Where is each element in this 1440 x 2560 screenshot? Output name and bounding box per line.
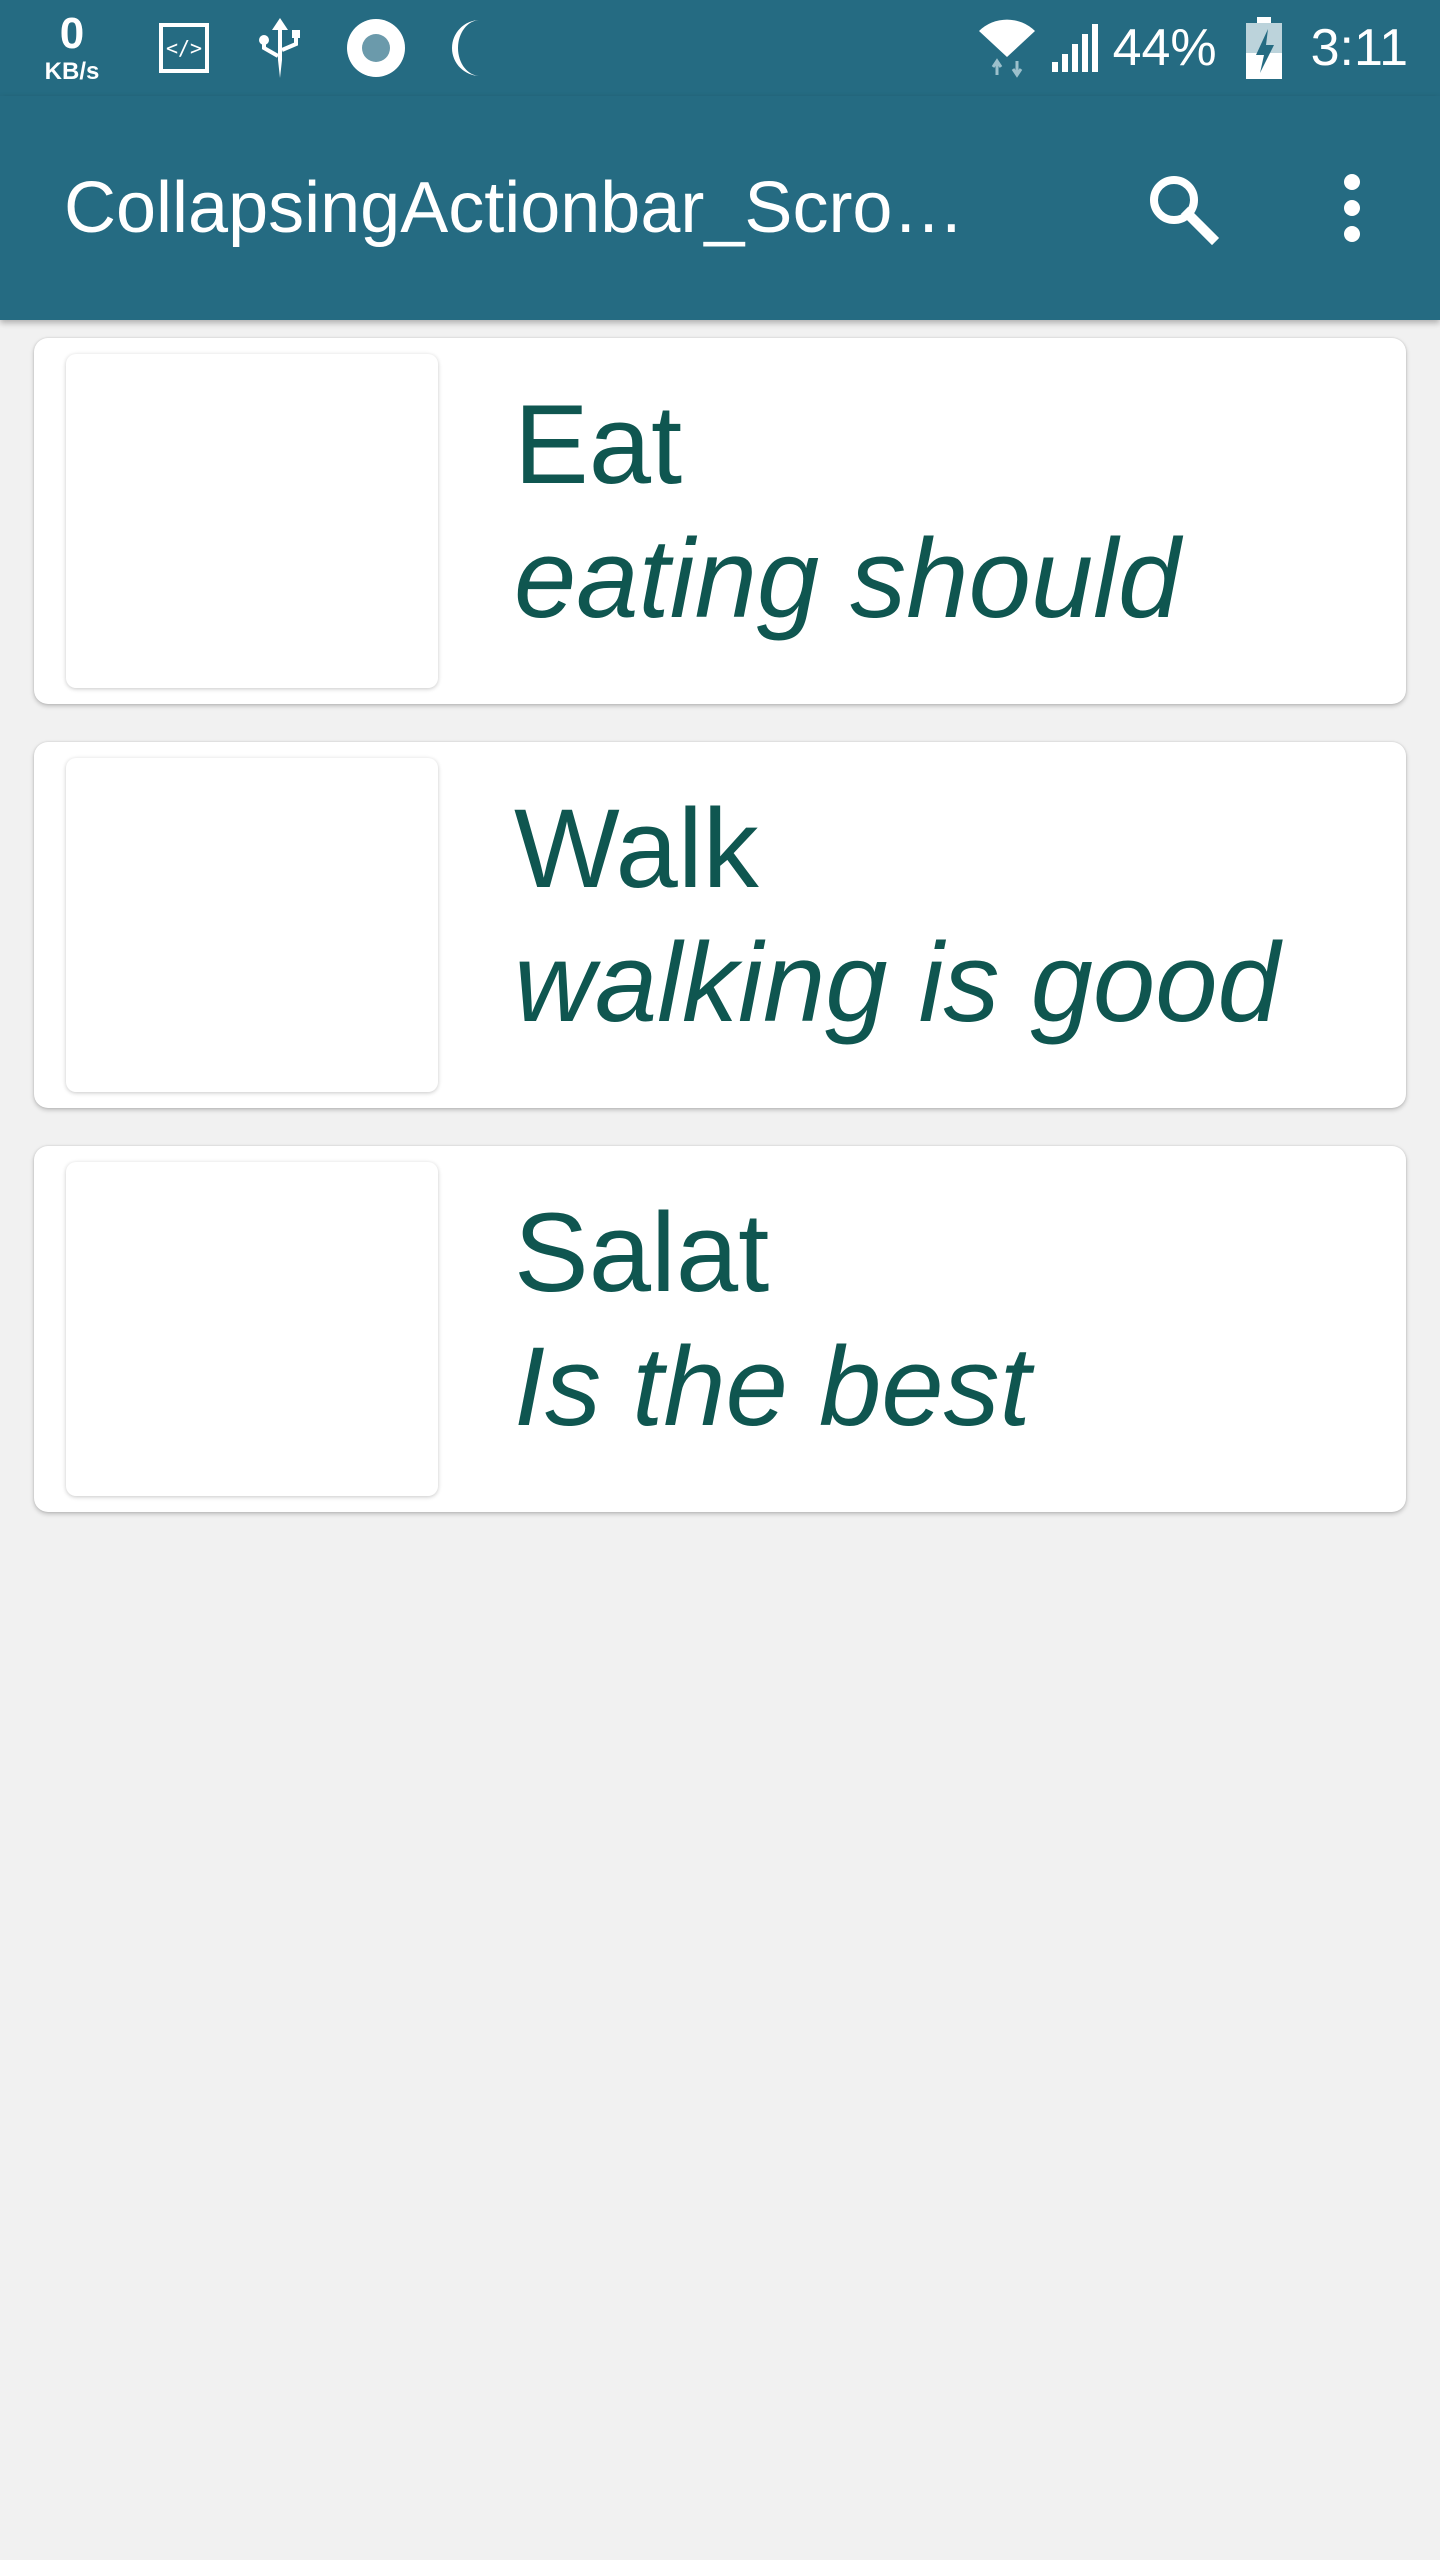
list-item[interactable]: Walk walking is good (34, 742, 1406, 1108)
item-title: Walk (514, 786, 759, 911)
list-item[interactable]: Eat eating should (34, 338, 1406, 704)
wifi-icon (971, 0, 1043, 96)
network-speed: 0 KB/s (30, 8, 114, 88)
svg-text:</>: </> (166, 36, 202, 60)
battery-percent: 44% (1112, 19, 1217, 77)
item-thumbnail (66, 1162, 438, 1496)
moon-icon (424, 0, 520, 96)
status-left: 0 KB/s </> (30, 0, 520, 96)
app-bar: CollapsingActionbar_Scro… (0, 96, 1440, 320)
overflow-menu-button[interactable] (1292, 148, 1412, 268)
item-thumbnail (66, 758, 438, 1092)
network-speed-unit: KB/s (44, 58, 100, 85)
status-bar: 0 KB/s </> 44% 3:11 (0, 0, 1440, 96)
item-subtitle: eating should (514, 516, 1181, 641)
record-icon (328, 0, 424, 96)
clock: 3:11 (1310, 19, 1408, 77)
battery-charging-icon (1231, 0, 1297, 96)
usb-icon (232, 0, 328, 96)
network-speed-value: 0 (59, 9, 85, 58)
app-title: CollapsingActionbar_Scro… (64, 168, 965, 248)
item-thumbnail (66, 354, 438, 688)
signal-icon (1043, 0, 1107, 96)
item-title: Eat (514, 382, 683, 507)
code-icon: </> (136, 0, 232, 96)
more-vert-icon (1344, 174, 1360, 242)
item-subtitle: walking is good (514, 920, 1280, 1045)
item-title: Salat (514, 1190, 770, 1315)
item-subtitle: Is the best (514, 1324, 1031, 1449)
list-item[interactable]: Salat Is the best (34, 1146, 1406, 1512)
search-button[interactable] (1122, 148, 1242, 268)
search-icon (1150, 176, 1220, 246)
status-right: 44% 3:11 (971, 0, 1408, 96)
